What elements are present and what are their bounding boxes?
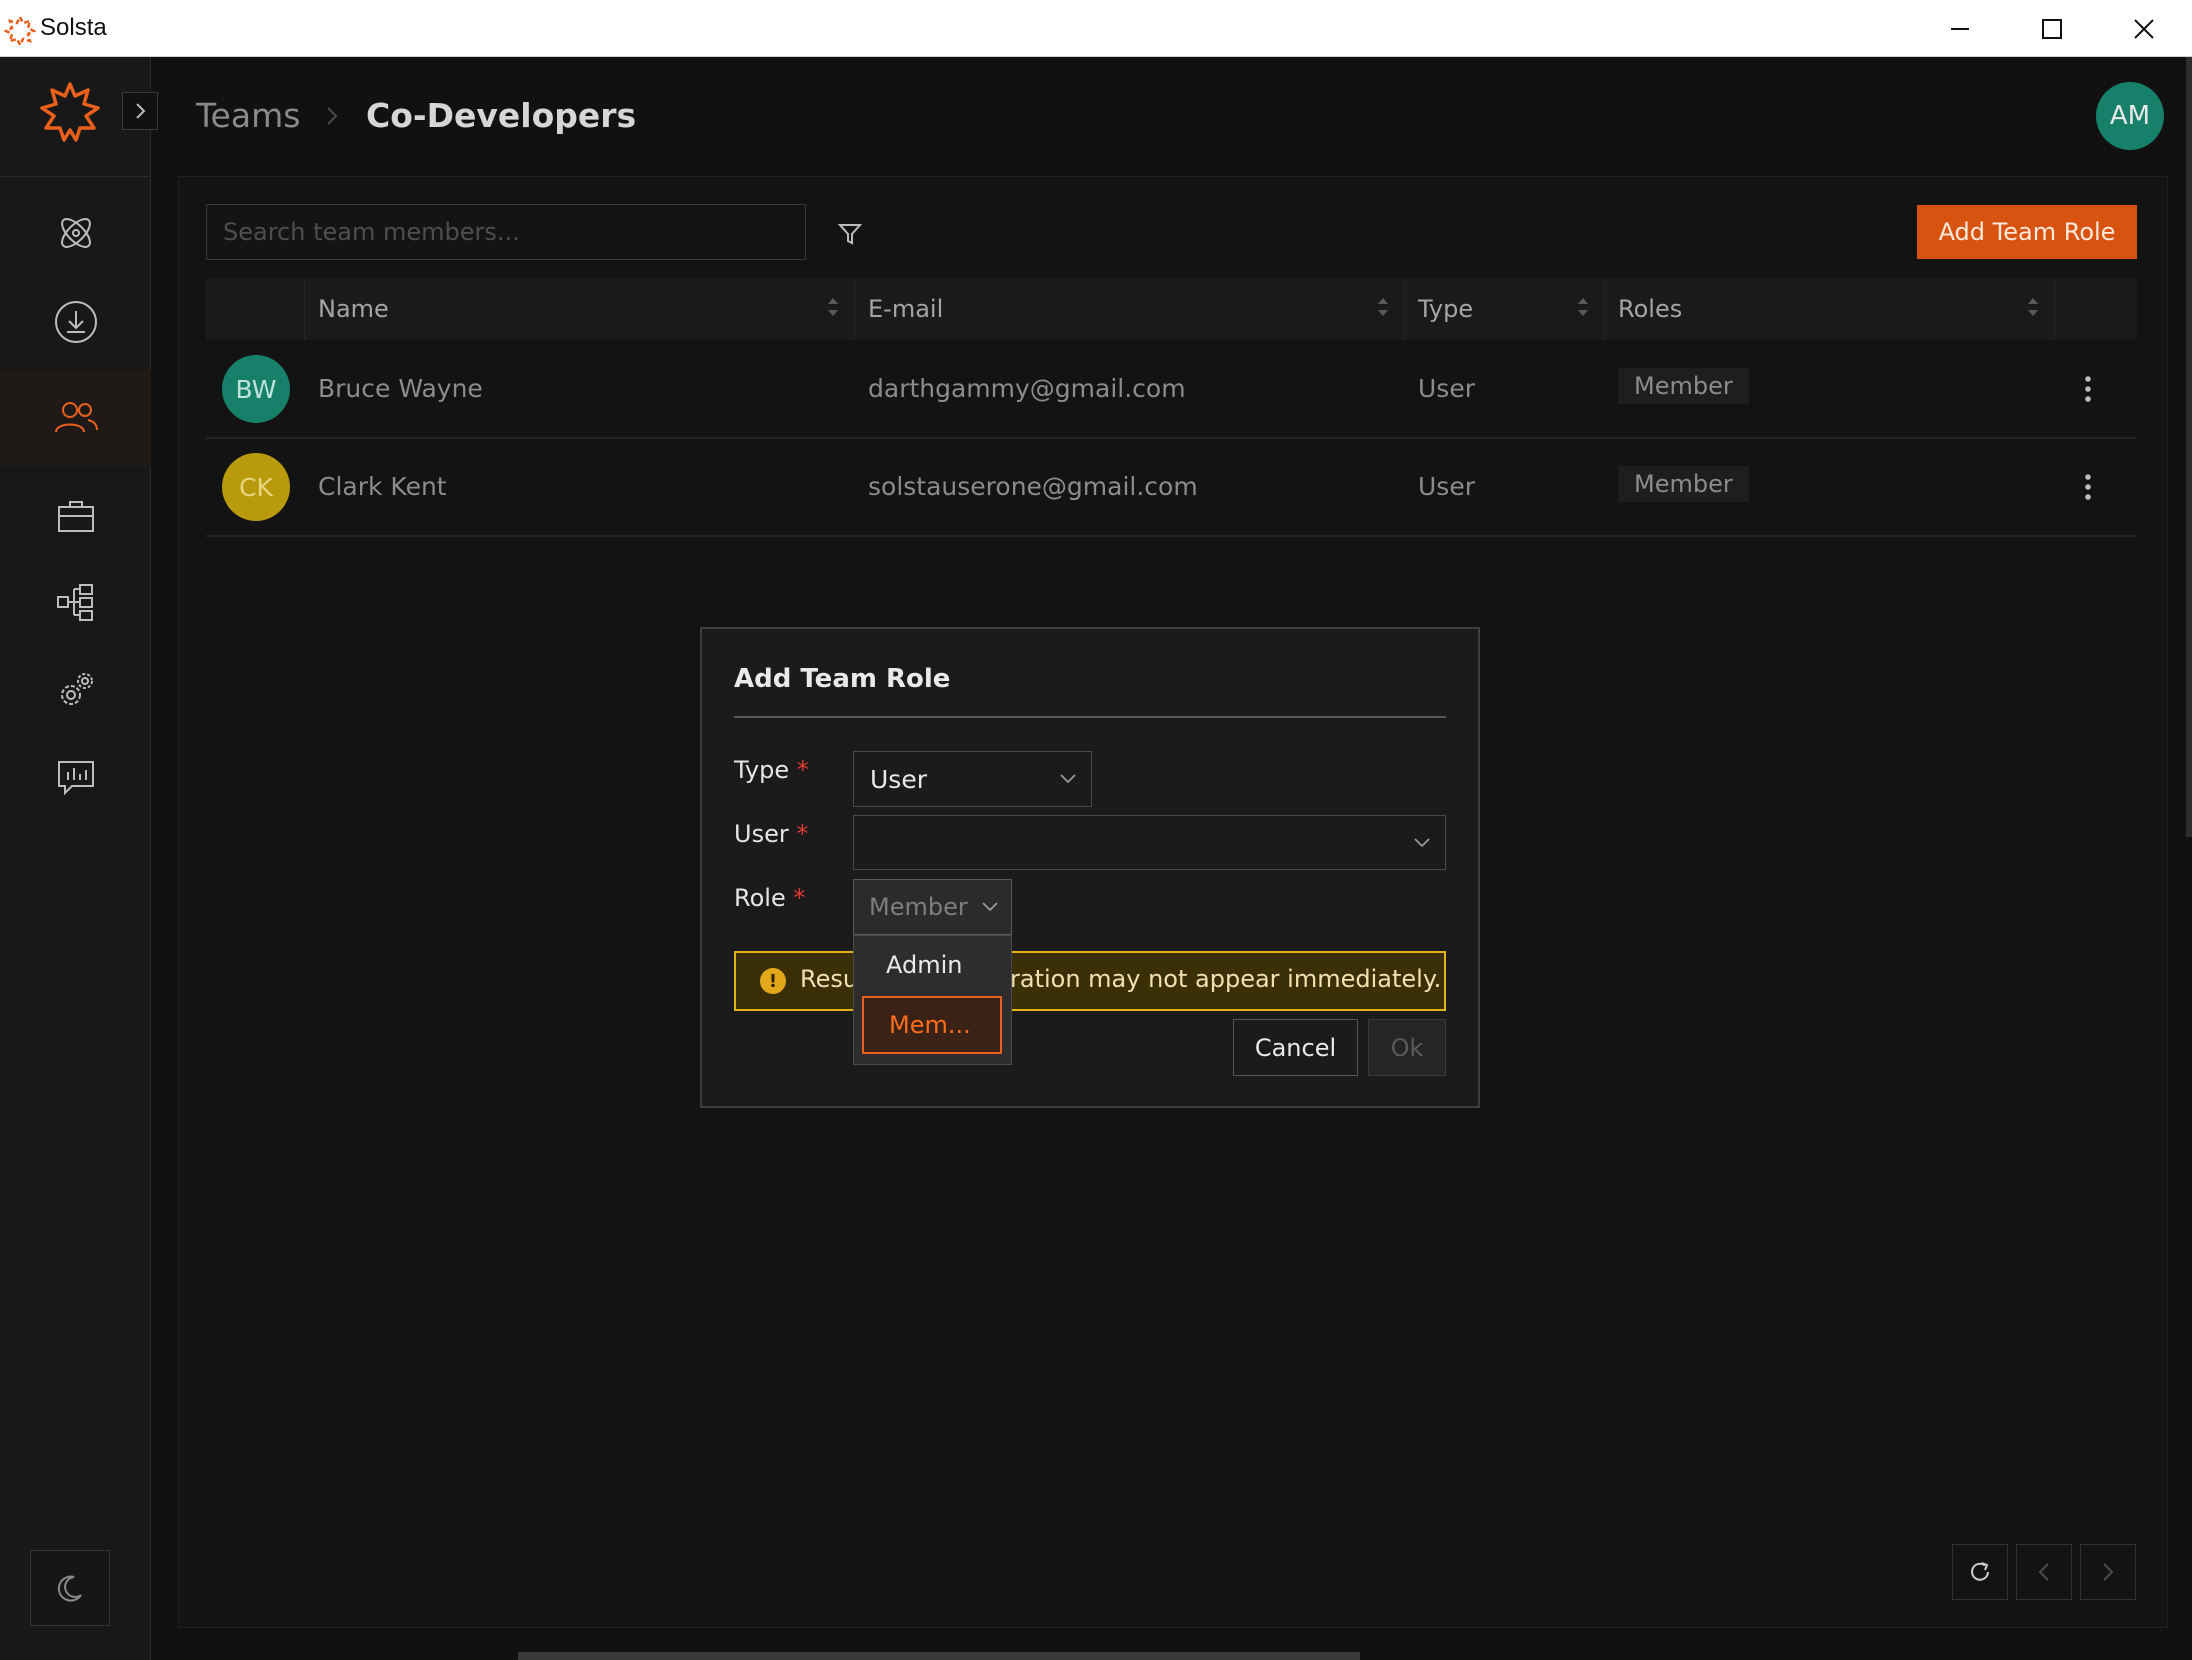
required-mark: * bbox=[796, 756, 809, 784]
role-badge: Member bbox=[1618, 466, 1749, 502]
minimize-icon bbox=[1951, 27, 1969, 30]
atom-icon bbox=[60, 218, 91, 248]
chevron-down-icon bbox=[1414, 837, 1430, 847]
type-field-label: Type * bbox=[734, 756, 809, 784]
sidebar-item-packages[interactable] bbox=[0, 468, 151, 564]
column-separator bbox=[1404, 278, 1405, 340]
sidebar-item-structure[interactable] bbox=[0, 554, 151, 650]
vertical-scrollbar[interactable] bbox=[2186, 57, 2192, 837]
warning-text-end: ration may not appear immediately. bbox=[1010, 965, 1442, 993]
previous-page-button[interactable] bbox=[2016, 1544, 2072, 1600]
row-divider bbox=[206, 437, 2137, 439]
dialog-divider bbox=[734, 716, 1446, 718]
close-icon bbox=[2134, 18, 2154, 39]
kebab-icon bbox=[2085, 376, 2091, 402]
user-avatar[interactable]: AM bbox=[2096, 82, 2164, 150]
column-separator bbox=[304, 278, 305, 340]
sidebar-item-teams[interactable] bbox=[0, 370, 151, 466]
maximize-icon bbox=[2042, 18, 2062, 39]
chevron-left-icon bbox=[2038, 1563, 2049, 1581]
member-type: User bbox=[1418, 472, 1475, 501]
maximize-button[interactable] bbox=[2006, 0, 2098, 57]
sort-icon[interactable] bbox=[2026, 293, 2040, 321]
row-actions-button[interactable] bbox=[2078, 369, 2098, 409]
type-select[interactable]: User bbox=[853, 751, 1092, 807]
column-separator bbox=[1604, 278, 1605, 340]
column-header-name[interactable]: Name bbox=[318, 278, 389, 340]
dialog-title: Add Team Role bbox=[734, 664, 951, 694]
sort-icon[interactable] bbox=[1376, 293, 1390, 321]
sort-icon[interactable] bbox=[826, 293, 840, 321]
role-option-admin[interactable]: Admin bbox=[886, 951, 963, 979]
required-mark: * bbox=[796, 820, 809, 848]
filter-button[interactable] bbox=[832, 216, 868, 252]
chevron-down-icon bbox=[1060, 774, 1076, 784]
cancel-button[interactable]: Cancel bbox=[1233, 1019, 1358, 1076]
horizontal-scrollbar[interactable] bbox=[518, 1652, 1360, 1660]
sidebar-item-settings[interactable] bbox=[0, 642, 151, 738]
breadcrumb-separator-icon bbox=[322, 98, 342, 134]
next-page-button[interactable] bbox=[2080, 1544, 2136, 1600]
sort-icon[interactable] bbox=[1576, 293, 1590, 321]
user-select[interactable] bbox=[853, 815, 1446, 870]
row-actions-button[interactable] bbox=[2078, 467, 2098, 507]
refresh-button[interactable] bbox=[1952, 1544, 2008, 1600]
app-logo-icon bbox=[4, 14, 36, 46]
page-title: Co-Developers bbox=[366, 96, 637, 135]
chart-message-icon bbox=[57, 761, 94, 796]
member-email: solstauserone@gmail.com bbox=[868, 472, 1198, 501]
column-header-roles[interactable]: Roles bbox=[1618, 278, 1682, 340]
warning-icon: ! bbox=[760, 968, 786, 994]
role-field-label: Role * bbox=[734, 884, 806, 912]
table-header bbox=[206, 278, 2137, 340]
add-team-role-button[interactable]: Add Team Role bbox=[1917, 205, 2137, 259]
download-icon bbox=[54, 301, 97, 343]
column-header-email[interactable]: E-mail bbox=[868, 278, 943, 340]
warning-text-start: Resu bbox=[800, 965, 859, 993]
role-select[interactable]: Member bbox=[853, 879, 1012, 935]
chevron-down-icon bbox=[982, 902, 998, 912]
hierarchy-icon bbox=[56, 584, 93, 621]
gears-icon bbox=[60, 673, 93, 705]
kebab-icon bbox=[2085, 474, 2091, 500]
row-divider bbox=[206, 535, 2137, 537]
sidebar-item-feedback[interactable] bbox=[0, 730, 151, 826]
sidebar-item-downloads[interactable] bbox=[0, 274, 151, 370]
moon-icon bbox=[57, 1575, 82, 1602]
breadcrumb-teams-link[interactable]: Teams bbox=[196, 96, 300, 135]
role-badge: Member bbox=[1618, 368, 1749, 404]
theme-toggle-button[interactable] bbox=[30, 1550, 110, 1626]
chevron-right-icon bbox=[2103, 1563, 2114, 1581]
member-avatar: CK bbox=[222, 453, 290, 521]
member-email: darthgammy@gmail.com bbox=[868, 374, 1186, 403]
role-select-value: Member bbox=[869, 893, 968, 921]
search-input[interactable] bbox=[206, 204, 806, 260]
type-select-value: User bbox=[870, 764, 927, 794]
column-separator bbox=[854, 278, 855, 340]
close-button[interactable] bbox=[2098, 0, 2190, 57]
required-mark: * bbox=[793, 884, 806, 912]
window-title: Solsta bbox=[40, 14, 107, 41]
users-icon bbox=[54, 402, 98, 433]
filter-icon bbox=[837, 224, 863, 245]
refresh-icon bbox=[1971, 1562, 1989, 1581]
chevron-right-icon bbox=[136, 103, 146, 119]
user-field-label: User * bbox=[734, 820, 809, 848]
ok-button[interactable]: Ok bbox=[1368, 1019, 1446, 1076]
sidebar-divider bbox=[0, 176, 151, 177]
member-type: User bbox=[1418, 374, 1475, 403]
column-separator bbox=[2054, 278, 2055, 340]
sidebar-item-projects[interactable] bbox=[0, 185, 151, 281]
member-name: Bruce Wayne bbox=[318, 374, 483, 403]
member-name: Clark Kent bbox=[318, 472, 447, 501]
column-header-type[interactable]: Type bbox=[1418, 278, 1473, 340]
role-option-member[interactable]: Mem... bbox=[862, 996, 1002, 1054]
solsta-logo-icon bbox=[36, 78, 104, 146]
briefcase-icon bbox=[57, 501, 94, 532]
window-titlebar bbox=[0, 0, 2192, 57]
sidebar-expand-button[interactable] bbox=[122, 92, 158, 130]
member-avatar: BW bbox=[222, 355, 290, 423]
minimize-button[interactable] bbox=[1914, 0, 2006, 57]
